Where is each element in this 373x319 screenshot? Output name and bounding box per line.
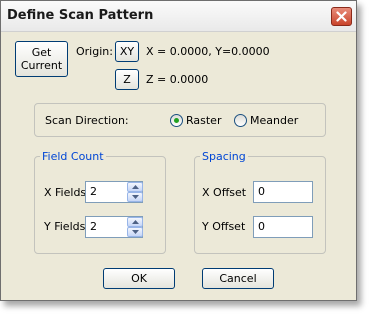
origin-label: Origin:: [76, 45, 113, 58]
y-fields-label: Y Fields: [44, 220, 86, 233]
close-icon: [336, 11, 347, 22]
raster-label[interactable]: Raster: [186, 114, 221, 127]
y-offset-label: Y Offset: [202, 220, 246, 233]
scan-direction-label: Scan Direction:: [45, 114, 129, 127]
chevron-down-icon: [131, 230, 139, 234]
ok-button[interactable]: OK: [103, 268, 175, 289]
z-button[interactable]: Z: [115, 69, 139, 90]
chevron-up-icon: [131, 220, 139, 224]
y-fields-spin-down[interactable]: [127, 227, 143, 237]
close-button[interactable]: [331, 7, 352, 26]
raster-radio[interactable]: [170, 114, 183, 127]
xy-value: X = 0.0000, Y=0.0000: [146, 45, 270, 58]
xy-button[interactable]: XY: [115, 41, 139, 62]
x-fields-spin-down[interactable]: [127, 192, 143, 202]
radio-selected-dot: [174, 118, 179, 123]
window-title: Define Scan Pattern: [7, 8, 154, 23]
x-offset-input[interactable]: 0: [253, 181, 313, 203]
x-fields-spin-up[interactable]: [127, 182, 143, 192]
spacing-legend: Spacing: [200, 150, 248, 163]
z-value: Z = 0.0000: [146, 73, 209, 86]
title-bar[interactable]: Define Scan Pattern: [1, 1, 356, 32]
y-fields-spin-up[interactable]: [127, 217, 143, 227]
chevron-down-icon: [131, 195, 139, 199]
y-offset-input[interactable]: 0: [253, 216, 313, 238]
chevron-up-icon: [131, 185, 139, 189]
get-current-button[interactable]: Get Current: [15, 41, 68, 77]
meander-radio[interactable]: [234, 114, 247, 127]
field-count-group: [34, 156, 166, 254]
spacing-group: [194, 156, 326, 254]
cancel-button[interactable]: Cancel: [202, 268, 274, 289]
dialog-window: Define Scan Pattern Get Current Origin: …: [0, 0, 357, 301]
field-count-legend: Field Count: [40, 150, 106, 163]
x-fields-label: X Fields: [44, 186, 87, 199]
x-offset-label: X Offset: [202, 186, 247, 199]
scan-direction-group: Scan Direction: Raster Meander: [34, 103, 326, 137]
meander-label[interactable]: Meander: [250, 114, 298, 127]
